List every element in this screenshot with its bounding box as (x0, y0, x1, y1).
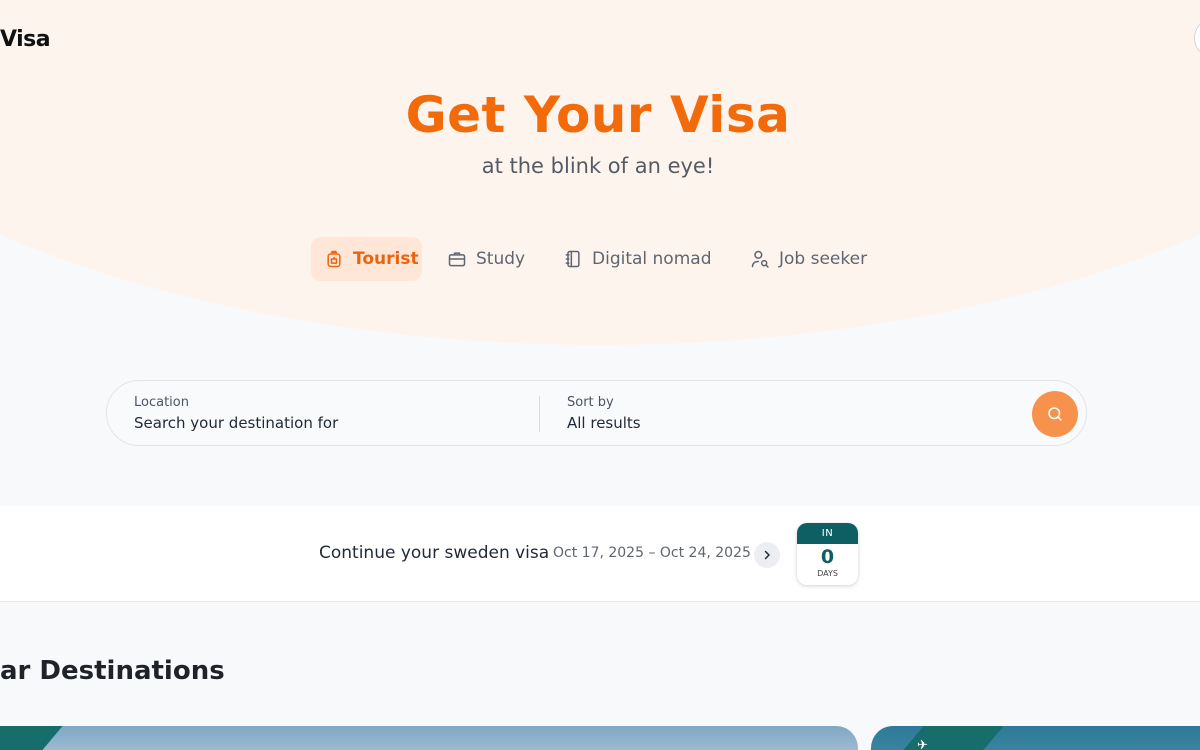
search-bar: Location Search your destination for Sor… (106, 380, 1087, 446)
notebook-icon (565, 250, 580, 268)
logo[interactable]: Visa (0, 27, 51, 52)
visa-type-tabs: Tourist Study Digital nomad Job seeker (0, 237, 1200, 281)
countdown-label: IN (797, 523, 858, 544)
card-ribbon (0, 726, 63, 750)
sort-field[interactable]: Sort by All results (567, 381, 967, 445)
tab-label: Tourist (353, 249, 419, 269)
tab-label: Study (476, 249, 526, 269)
page: Visa Get Your Visa at the blink of an ey… (0, 0, 1200, 750)
location-input[interactable]: Search your destination for (134, 414, 534, 432)
card-ribbon (898, 726, 1004, 750)
chevron-right-icon (764, 550, 770, 560)
destination-card[interactable]: ✈ (871, 726, 1200, 750)
search-icon (1048, 407, 1062, 421)
user-search-icon (751, 250, 769, 268)
sort-select[interactable]: All results (567, 414, 967, 432)
location-field[interactable]: Location Search your destination for (134, 381, 534, 445)
tab-tourist[interactable]: Tourist (311, 237, 422, 281)
tab-label: Digital nomad (592, 249, 712, 269)
tab-job-seeker[interactable]: Job seeker (750, 237, 867, 281)
tab-label: Job seeker (779, 249, 868, 269)
continue-text: Continue your sweden visa (319, 543, 550, 563)
field-divider (539, 396, 540, 432)
hero-subtitle: at the blink of an eye! (481, 154, 715, 178)
tab-digital-nomad[interactable]: Digital nomad (563, 237, 711, 281)
continue-button[interactable] (754, 542, 780, 568)
continue-visa-banner: Continue your sweden visa Oct 17, 2025 –… (0, 506, 1200, 602)
destination-card[interactable] (0, 726, 858, 750)
backpack-icon (327, 250, 341, 268)
days-countdown-badge: IN 0 DAYS (797, 523, 858, 585)
tab-study[interactable]: Study (447, 237, 525, 281)
countdown-value: 0 (820, 546, 835, 568)
search-button[interactable] (1032, 391, 1078, 437)
countdown-unit: DAYS (817, 569, 838, 578)
briefcase-icon (448, 252, 466, 267)
sort-label: Sort by (567, 395, 614, 410)
hero-title: Get Your Visa (405, 86, 791, 144)
plane-icon: ✈ (917, 738, 928, 750)
location-label: Location (134, 395, 189, 410)
continue-dates: Oct 17, 2025 – Oct 24, 2025 (553, 545, 751, 561)
destinations-title: ar Destinations (0, 656, 225, 686)
